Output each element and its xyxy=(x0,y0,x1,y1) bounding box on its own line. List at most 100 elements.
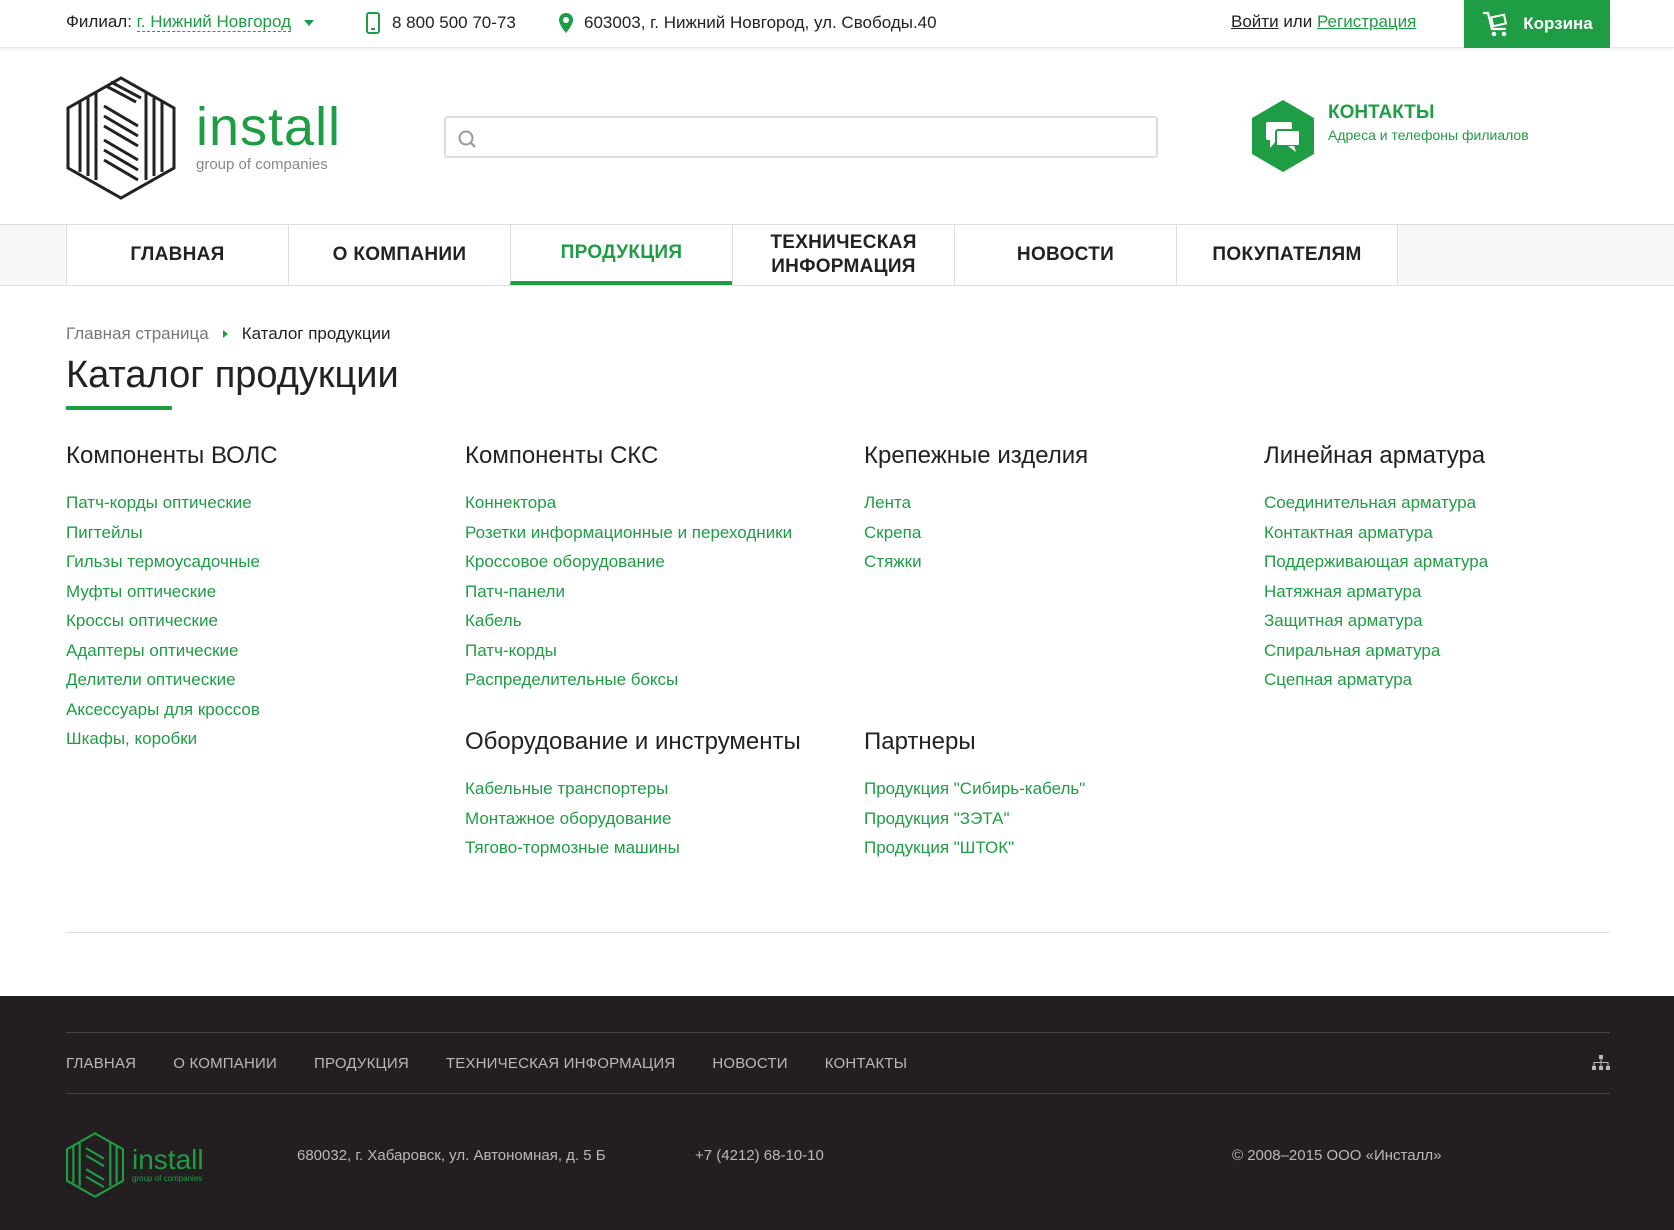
footer-nav-products[interactable]: ПРОДУКЦИЯ xyxy=(314,1055,409,1072)
section-title: Линейная арматура xyxy=(1264,442,1486,469)
catalog-link[interactable]: Коннектора xyxy=(465,493,556,512)
breadcrumb-arrow-icon xyxy=(222,330,228,338)
catalog-link[interactable]: Защитная арматура xyxy=(1264,611,1423,630)
catalog-link[interactable]: Делители оптические xyxy=(66,670,236,689)
list-item: Патч-корды оптические xyxy=(66,488,446,518)
logo-cube-icon xyxy=(66,76,176,200)
search-box[interactable] xyxy=(444,116,1158,158)
list-item: Патч-корды xyxy=(465,636,845,666)
footer-copyright: © 2008–2015 ООО «Инсталл» xyxy=(1232,1147,1442,1164)
list-item: Стяжки xyxy=(864,547,1244,577)
branch-city-link[interactable]: г. Нижний Новгород xyxy=(136,12,291,32)
list-item: Пигтейлы xyxy=(66,518,446,548)
catalog-link[interactable]: Стяжки xyxy=(864,552,922,571)
nav-item-tech-info[interactable]: ТЕХНИЧЕСКАЯ ИНФОРМАЦИЯ xyxy=(732,225,954,285)
footer-nav-news[interactable]: НОВОСТИ xyxy=(712,1055,787,1072)
search-icon[interactable] xyxy=(458,130,476,148)
section-title: Партнеры xyxy=(864,728,976,755)
top-phone: 8 800 500 70-73 xyxy=(366,12,516,34)
nav-item-about[interactable]: О КОМПАНИИ xyxy=(288,225,510,285)
list-item: Сцепная арматура xyxy=(1264,665,1644,695)
list-item: Поддерживающая арматура xyxy=(1264,547,1644,577)
list-item: Кабель xyxy=(465,606,845,636)
nav-item-home[interactable]: ГЛАВНАЯ xyxy=(66,225,288,285)
page-title: Каталог продукции xyxy=(66,354,399,396)
catalog-link[interactable]: Патч-корды оптические xyxy=(66,493,252,512)
footer-nav-home[interactable]: ГЛАВНАЯ xyxy=(66,1055,136,1072)
catalog-link[interactable]: Патч-панели xyxy=(465,582,565,601)
breadcrumb: Главная страница Каталог продукции xyxy=(66,324,391,344)
catalog-link[interactable]: Сцепная арматура xyxy=(1264,670,1412,689)
footer-logo-tagline: group of companies xyxy=(132,1174,203,1183)
catalog-link[interactable]: Муфты оптические xyxy=(66,582,216,601)
catalog-link[interactable]: Продукция "ШТОК" xyxy=(864,838,1014,857)
cart-icon xyxy=(1483,11,1508,37)
content-divider xyxy=(66,932,1610,933)
register-link[interactable]: Регистрация xyxy=(1317,12,1416,31)
section-title: Компоненты СКС xyxy=(465,442,659,469)
catalog-link[interactable]: Шкафы, коробки xyxy=(66,729,197,748)
list-item: Кроссы оптические xyxy=(66,606,446,636)
contacts-link[interactable]: КОНТАКТЫ Адреса и телефоны филиалов xyxy=(1250,98,1529,174)
list-item: Соединительная арматура xyxy=(1264,488,1644,518)
catalog-link[interactable]: Кроссовое оборудование xyxy=(465,552,665,571)
search-input[interactable] xyxy=(480,118,1150,156)
auth-or: или xyxy=(1283,12,1313,31)
list-item: Муфты оптические xyxy=(66,577,446,607)
footer-nav-about[interactable]: О КОМПАНИИ xyxy=(173,1055,277,1072)
list-item: Тягово-тормозные машины xyxy=(465,833,845,863)
catalog-link[interactable]: Натяжная арматура xyxy=(1264,582,1421,601)
catalog-link[interactable]: Кроссы оптические xyxy=(66,611,218,630)
nav-item-news[interactable]: НОВОСТИ xyxy=(954,225,1176,285)
catalog-link[interactable]: Патч-корды xyxy=(465,641,557,660)
list-item: Продукция "ШТОК" xyxy=(864,833,1244,863)
breadcrumb-home[interactable]: Главная страница xyxy=(66,324,209,344)
list-item: Распределительные боксы xyxy=(465,665,845,695)
catalog-link[interactable]: Пигтейлы xyxy=(66,523,143,542)
cart-button[interactable]: Корзина xyxy=(1464,0,1610,48)
footer-nav-contacts[interactable]: КОНТАКТЫ xyxy=(825,1055,908,1072)
logo-text[interactable]: install group of companies xyxy=(196,100,341,173)
catalog-link[interactable]: Продукция "ЗЭТА" xyxy=(864,809,1010,828)
logo-word: install xyxy=(196,97,342,157)
list-item: Лента xyxy=(864,488,1244,518)
nav-item-products[interactable]: ПРОДУКЦИЯ xyxy=(510,225,732,285)
catalog-link[interactable]: Кабель xyxy=(465,611,522,630)
catalog-link[interactable]: Контактная арматура xyxy=(1264,523,1433,542)
footer-address: 680032, г. Хабаровск, ул. Автономная, д.… xyxy=(297,1147,606,1164)
login-link[interactable]: Войти xyxy=(1231,12,1279,31)
catalog-link[interactable]: Спиральная арматура xyxy=(1264,641,1440,660)
footer: ГЛАВНАЯ О КОМПАНИИ ПРОДУКЦИЯ ТЕХНИЧЕСКАЯ… xyxy=(0,996,1674,1230)
footer-nav-tech-info[interactable]: ТЕХНИЧЕСКАЯ ИНФОРМАЦИЯ xyxy=(446,1055,676,1072)
title-underline xyxy=(66,406,172,410)
location-pin-icon xyxy=(559,13,573,33)
top-bar: Филиал: г. Нижний Новгород 8 800 500 70-… xyxy=(0,0,1674,48)
list-item: Контактная арматура xyxy=(1264,518,1644,548)
catalog-link[interactable]: Монтажное оборудование xyxy=(465,809,672,828)
catalog-link[interactable]: Лента xyxy=(864,493,911,512)
footer-logo-text[interactable]: install group of companies xyxy=(132,1146,204,1184)
chevron-down-icon[interactable] xyxy=(303,19,314,26)
catalog-link[interactable]: Аксессуары для кроссов xyxy=(66,700,260,719)
catalog-link[interactable]: Адаптеры оптические xyxy=(66,641,239,660)
list-item: Коннектора xyxy=(465,488,845,518)
catalog-link[interactable]: Скрепа xyxy=(864,523,921,542)
branch-label: Филиал: xyxy=(66,12,132,31)
list-item: Продукция "ЗЭТА" xyxy=(864,804,1244,834)
catalog-link[interactable]: Гильзы термоусадочные xyxy=(66,552,260,571)
catalog-section-scs: Компоненты СКС Коннектора Розетки информ… xyxy=(465,442,845,695)
catalog-link[interactable]: Кабельные транспортеры xyxy=(465,779,668,798)
sitemap-icon[interactable] xyxy=(1592,1055,1610,1071)
branch-selector[interactable]: Филиал: г. Нижний Новгород xyxy=(66,12,314,32)
list-item: Кроссовое оборудование xyxy=(465,547,845,577)
footer-logo[interactable] xyxy=(66,1132,124,1203)
catalog-link[interactable]: Розетки информационные и переходники xyxy=(465,523,792,542)
catalog-link[interactable]: Поддерживающая арматура xyxy=(1264,552,1488,571)
main-nav: ГЛАВНАЯ О КОМПАНИИ ПРОДУКЦИЯ ТЕХНИЧЕСКАЯ… xyxy=(0,224,1674,286)
list-item: Скрепа xyxy=(864,518,1244,548)
catalog-link[interactable]: Соединительная арматура xyxy=(1264,493,1476,512)
catalog-link[interactable]: Распределительные боксы xyxy=(465,670,678,689)
catalog-link[interactable]: Продукция "Сибирь-кабель" xyxy=(864,779,1085,798)
nav-item-customers[interactable]: ПОКУПАТЕЛЯМ xyxy=(1176,225,1398,285)
catalog-link[interactable]: Тягово-тормозные машины xyxy=(465,838,680,857)
